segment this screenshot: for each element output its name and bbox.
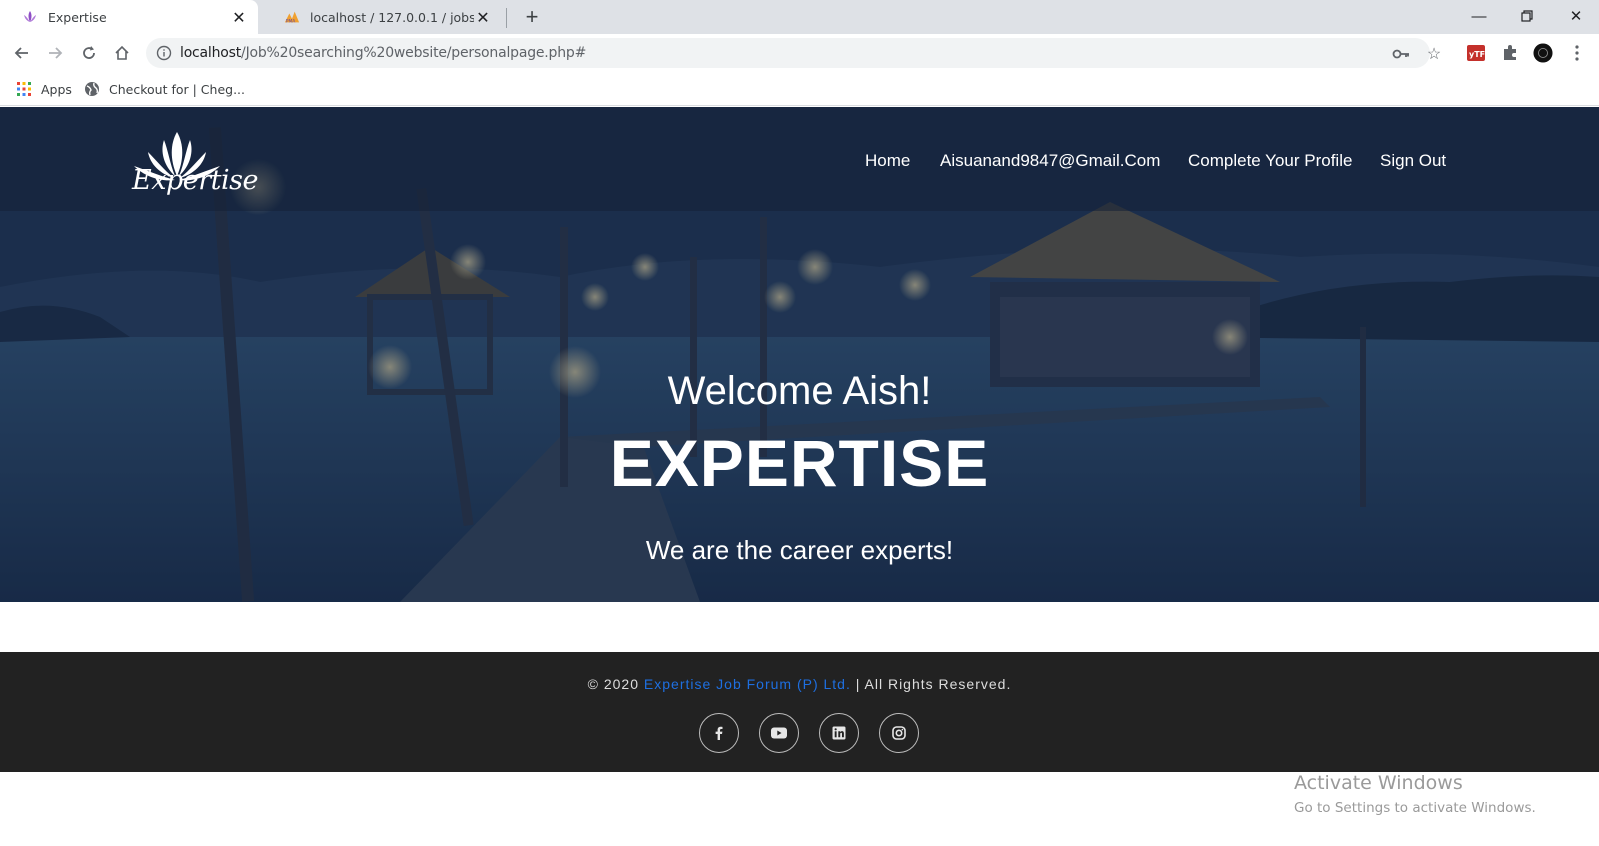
bookmark-apps[interactable]: Apps [16,78,72,100]
address-bar[interactable]: localhost/Job%20searching%20website/pers… [146,38,1441,68]
star-bookmark-icon[interactable]: ☆ [1425,45,1443,63]
info-icon[interactable] [156,45,172,61]
watermark-line-2: Go to Settings to activate Windows. [1294,800,1536,816]
bookmarks-bar: Apps Checkout for | Cheg... [0,72,1599,106]
globe-icon [85,82,99,96]
apps-grid-icon [17,82,31,96]
lotus-favicon-icon [22,9,38,25]
restore-icon[interactable] [1504,0,1550,32]
copyright-suffix: | All Rights Reserved. [855,676,1012,692]
back-arrow-icon[interactable] [10,41,34,65]
site-navbar: Expertise Home Aisuanand9847@Gmail.Com C… [0,107,1599,211]
linkedin-icon[interactable] [819,713,859,753]
youtube-icon[interactable] [759,713,799,753]
site-footer: © 2020 Expertise Job Forum (P) Ltd. | Al… [0,652,1599,772]
copyright-text: © 2020 Expertise Job Forum (P) Ltd. | Al… [0,676,1599,692]
browser-toolbar: localhost/Job%20searching%20website/pers… [0,34,1599,72]
profile-avatar-icon[interactable] [1533,43,1553,63]
watermark-line-1: Activate Windows [1294,772,1463,794]
bookmark-label: Apps [41,81,72,97]
bookmark-label: Checkout for | Cheg... [109,81,245,97]
url-host: localhost [180,45,242,61]
extension-ytf-icon[interactable]: yTF [1466,43,1486,63]
forward-arrow-icon[interactable] [43,41,67,65]
copyright-prefix: © 2020 [587,676,640,692]
key-icon[interactable] [1392,45,1410,63]
logo-text[interactable]: Expertise [132,165,258,196]
tab-phpmyadmin[interactable]: PMA localhost / 127.0.0.1 / jobsdb / lo … [262,0,502,34]
instagram-icon[interactable] [879,713,919,753]
company-link[interactable]: Expertise Job Forum (P) Ltd. [644,676,851,692]
svg-text:PMA: PMA [286,18,296,24]
nav-complete-profile-link[interactable]: Complete Your Profile [1188,151,1352,171]
hero-section: Expertise Home Aisuanand9847@Gmail.Com C… [0,107,1599,602]
extensions-puzzle-icon[interactable] [1500,43,1520,63]
close-icon[interactable]: ✕ [230,8,248,27]
hero-tagline: We are the career experts! [645,535,954,565]
menu-kebab-icon[interactable] [1567,43,1587,63]
tab-divider [506,8,507,28]
facebook-icon[interactable] [699,713,739,753]
nav-sign-out-link[interactable]: Sign Out [1380,151,1446,171]
phpmyadmin-favicon-icon: PMA [284,9,300,25]
close-icon[interactable]: ✕ [474,8,492,27]
nav-home-link[interactable]: Home [865,151,910,171]
window-close-icon[interactable]: ✕ [1553,0,1599,32]
home-icon[interactable] [110,41,134,65]
hero-title: EXPERTISE [609,426,990,500]
new-tab-icon[interactable]: + [520,4,544,29]
reload-icon[interactable] [77,41,101,65]
windows-activation-watermark: Activate Windows Go to Settings to activ… [1294,772,1536,816]
url-text[interactable]: localhost/Job%20searching%20website/pers… [180,45,586,61]
svg-text:yTF: yTF [1469,50,1485,59]
tab-title: Expertise [48,9,107,25]
welcome-heading: Welcome Aish! [667,369,932,413]
tab-expertise[interactable]: Expertise ✕ [0,0,258,34]
nav-user-email-link[interactable]: Aisuanand9847@Gmail.Com [940,151,1160,171]
browser-tabstrip: Expertise ✕ PMA localhost / 127.0.0.1 / … [0,0,1599,34]
minimize-icon[interactable]: — [1456,0,1502,32]
url-path: /Job%20searching%20website/personalpage.… [241,45,587,61]
bookmark-chegg[interactable]: Checkout for | Cheg... [84,78,245,100]
tab-title: localhost / 127.0.0.1 / jobsdb / lo [310,9,474,25]
